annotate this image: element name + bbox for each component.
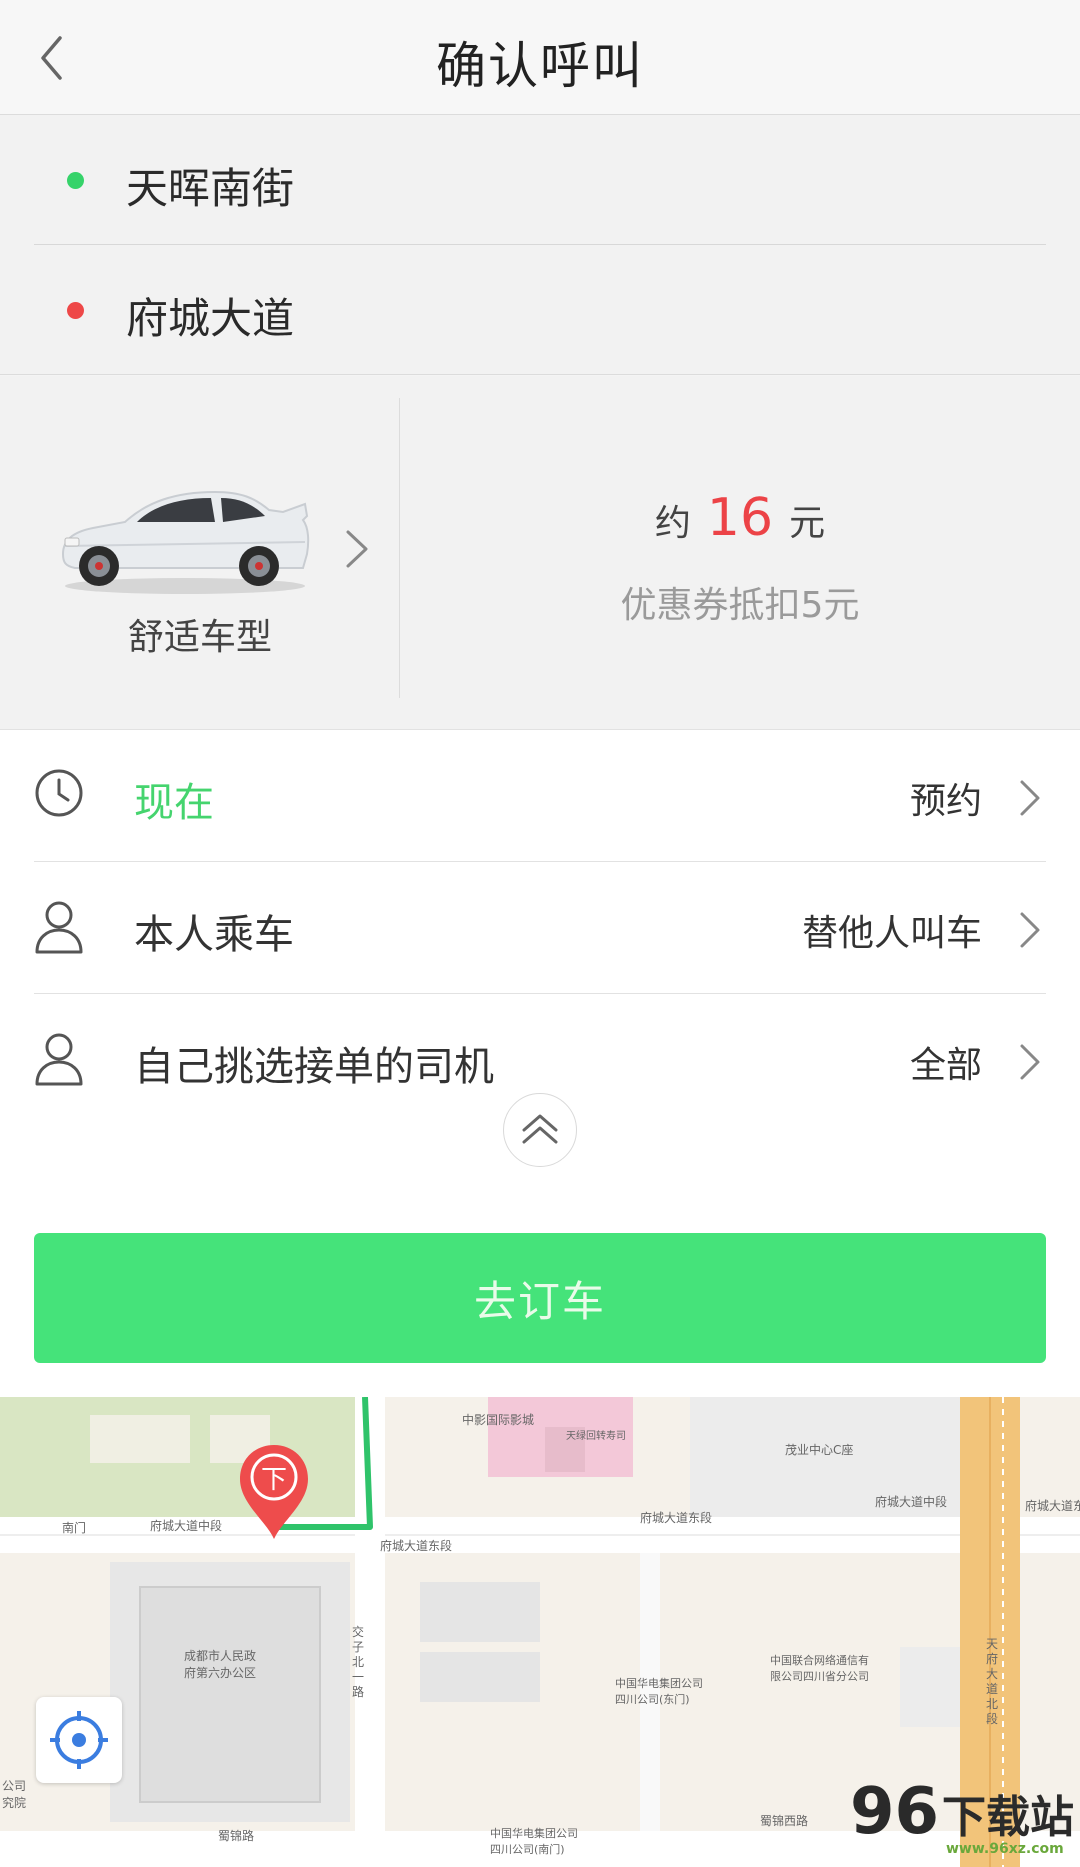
map-label: 中国华电集团公司四川公司(东门) <box>615 1677 703 1706</box>
map-label: 府城大道中段 <box>150 1519 223 1533</box>
price-amount: 16 <box>706 488 774 548</box>
watermark-url: www.96xz.com <box>946 1841 1064 1857</box>
order-button[interactable]: 去订车 <box>34 1233 1046 1363</box>
marker-label: 下 <box>260 1465 287 1495</box>
map-label: 蜀锦西路 <box>760 1814 809 1828</box>
end-location: 府城大道 <box>126 294 295 343</box>
map-label: 天绿回转寿司 <box>566 1431 626 1442</box>
reserve-link[interactable]: 预约 <box>910 772 982 824</box>
map-label: 天府大道北段 <box>986 1637 999 1726</box>
expand-button[interactable] <box>503 1093 577 1167</box>
car-type-label: 舒适车型 <box>128 617 273 658</box>
chevron-right-icon <box>1020 780 1040 816</box>
site-watermark-logo: 96 下载站 www.96xz.com <box>850 1775 1080 1867</box>
map-label: 中影国际影城 <box>462 1413 535 1427</box>
map-label: 南门 <box>62 1521 87 1535</box>
option-time[interactable]: 现在 预约 <box>0 730 1080 862</box>
coupon-discount: 优惠券抵扣5元 <box>620 585 860 626</box>
map-label: 府城大道东段 <box>640 1511 713 1525</box>
map-label: 府城大道东段 <box>380 1539 453 1553</box>
map-label: 茂业中心C座 <box>785 1443 854 1457</box>
map-label: 府城大道中段 <box>875 1495 948 1509</box>
start-dot-icon <box>67 172 84 189</box>
map-label: 交子北一路 <box>352 1625 365 1699</box>
clock-icon <box>35 769 83 817</box>
option-time-label: 现在 <box>134 780 214 826</box>
option-passenger-label: 本人乘车 <box>134 912 294 958</box>
map-label: 中国华电集团公司四川公司(南门) <box>490 1827 578 1856</box>
price-prefix: 约 <box>654 503 691 544</box>
chevron-right-icon <box>346 530 368 568</box>
car-type-selector[interactable]: 舒适车型 <box>0 376 400 730</box>
watermark-number: 96 <box>850 1775 940 1849</box>
header-bar: 确认呼叫 <box>0 0 1080 115</box>
crosshair-icon <box>50 1711 108 1769</box>
option-driver-label: 自己挑选接单的司机 <box>134 1044 494 1090</box>
map-label: 府城大道东 <box>1025 1499 1080 1513</box>
car-image <box>61 490 310 594</box>
call-for-others-link[interactable]: 替他人叫车 <box>802 904 982 956</box>
price-unit: 元 <box>789 503 826 544</box>
locate-button[interactable] <box>36 1697 122 1783</box>
person-icon <box>35 1033 83 1086</box>
chevron-right-icon <box>1020 1044 1040 1080</box>
driver-filter-link[interactable]: 全部 <box>910 1036 982 1088</box>
map-label: 蜀锦路 <box>218 1829 255 1843</box>
end-dot-icon <box>67 302 84 319</box>
ride-options: 现在 预约 本人乘车 替他人叫车 自己挑选接单的司机 全部 <box>0 730 1080 1126</box>
destination-marker[interactable]: 下 <box>236 1441 312 1541</box>
double-chevron-up-icon <box>522 1114 558 1144</box>
start-location: 天晖南街 <box>126 164 295 213</box>
page-title: 确认呼叫 <box>436 37 644 95</box>
map-label: 成都市人民政府第六办公区 <box>184 1649 257 1680</box>
option-passenger[interactable]: 本人乘车 替他人叫车 <box>0 862 1080 994</box>
car-price-panel: 舒适车型 约 16 元 优惠券抵扣5元 <box>0 376 1080 730</box>
person-icon <box>35 901 83 954</box>
route-panel: 天晖南街 府城大道 <box>0 115 1080 375</box>
chevron-right-icon <box>1020 912 1040 948</box>
price-estimate: 约 16 元 优惠券抵扣5元 <box>400 376 1080 730</box>
watermark-text: 下载站 <box>942 1792 1074 1843</box>
start-location-row[interactable]: 天晖南街 <box>0 115 1080 245</box>
map-label: 公司究院 <box>2 1779 27 1810</box>
end-location-row[interactable]: 府城大道 <box>0 245 1080 375</box>
map-label: 中国联合网络通信有限公司四川省分公司 <box>770 1654 869 1683</box>
